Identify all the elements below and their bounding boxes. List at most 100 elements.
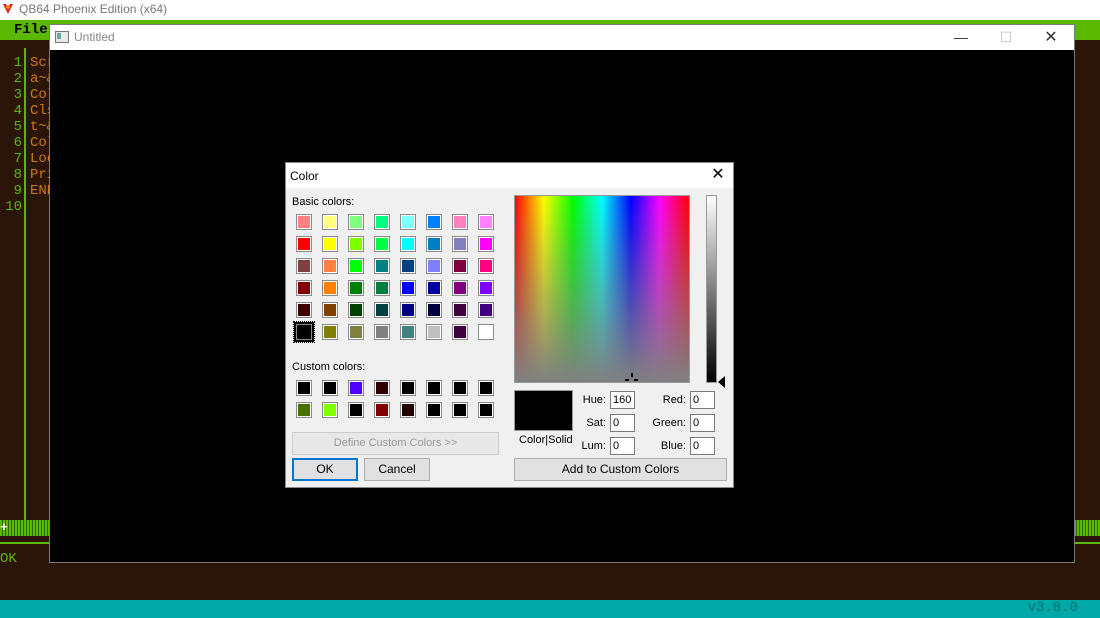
basic-color-swatch[interactable] <box>400 214 416 230</box>
basic-color-swatch[interactable] <box>348 258 364 274</box>
blue-input[interactable]: 0 <box>690 437 715 455</box>
color-spectrum[interactable] <box>514 195 690 383</box>
basic-color-swatch[interactable] <box>348 236 364 252</box>
basic-color-swatch[interactable] <box>426 280 442 296</box>
basic-color-swatch[interactable] <box>322 280 338 296</box>
version-label: v3.8.0 <box>1027 600 1078 616</box>
basic-color-swatch[interactable] <box>478 214 494 230</box>
custom-color-swatch[interactable] <box>478 380 494 396</box>
basic-color-swatch[interactable] <box>400 258 416 274</box>
basic-color-swatch[interactable] <box>296 236 312 252</box>
basic-color-swatch[interactable] <box>296 214 312 230</box>
maximize-button[interactable]: ☐ <box>983 25 1029 50</box>
custom-color-swatch[interactable] <box>452 402 468 418</box>
basic-color-swatch[interactable] <box>452 324 468 340</box>
lum-input[interactable]: 0 <box>610 437 635 455</box>
custom-color-swatch[interactable] <box>374 380 390 396</box>
basic-color-swatch[interactable] <box>452 258 468 274</box>
basic-color-swatch[interactable] <box>426 236 442 252</box>
color-dialog: Color ✕ Basic colors: Custom colors: Def… <box>286 163 733 487</box>
basic-color-swatch[interactable] <box>322 258 338 274</box>
basic-color-swatch[interactable] <box>478 302 494 318</box>
dialog-close-button[interactable]: ✕ <box>706 165 730 185</box>
basic-color-swatch[interactable] <box>374 214 390 230</box>
custom-color-swatch[interactable] <box>322 380 338 396</box>
custom-colors-label: Custom colors: <box>292 361 366 373</box>
basic-color-swatch[interactable] <box>452 280 468 296</box>
custom-colors-grid <box>296 380 496 418</box>
custom-color-swatch[interactable] <box>478 402 494 418</box>
basic-color-swatch[interactable] <box>426 324 442 340</box>
line-number: 6 <box>13 135 22 151</box>
basic-color-swatch[interactable] <box>322 236 338 252</box>
basic-color-swatch[interactable] <box>374 324 390 340</box>
basic-color-swatch[interactable] <box>478 236 494 252</box>
basic-color-swatch[interactable] <box>322 302 338 318</box>
basic-color-swatch[interactable] <box>374 280 390 296</box>
basic-color-swatch[interactable] <box>296 280 312 296</box>
green-input[interactable]: 0 <box>690 414 715 432</box>
custom-color-swatch[interactable] <box>348 402 364 418</box>
dialog-title: Color <box>290 169 319 183</box>
red-label: Red: <box>662 394 686 406</box>
define-custom-colors-button[interactable]: Define Custom Colors >> <box>292 432 499 455</box>
custom-color-swatch[interactable] <box>400 402 416 418</box>
cancel-button[interactable]: Cancel <box>364 458 430 481</box>
sat-label: Sat: <box>586 417 606 429</box>
luminosity-slider[interactable] <box>706 195 717 383</box>
line-number: 2 <box>13 71 22 87</box>
custom-color-swatch[interactable] <box>322 402 338 418</box>
menu-file[interactable]: File <box>14 22 48 38</box>
basic-color-swatch[interactable] <box>478 280 494 296</box>
crosshair-icon <box>625 373 638 384</box>
basic-color-swatch[interactable] <box>452 214 468 230</box>
line-number: 3 <box>13 87 22 103</box>
qb64-title-bar: QB64 Phoenix Edition (x64) <box>0 0 1100 20</box>
ok-button[interactable]: OK <box>292 458 358 481</box>
basic-color-swatch[interactable] <box>400 280 416 296</box>
basic-colors-grid <box>293 214 496 343</box>
basic-color-swatch[interactable] <box>296 258 312 274</box>
hue-input[interactable]: 160 <box>610 391 635 409</box>
basic-color-swatch[interactable] <box>452 236 468 252</box>
basic-color-swatch[interactable] <box>374 302 390 318</box>
basic-color-swatch[interactable] <box>400 324 416 340</box>
basic-color-swatch[interactable] <box>348 302 364 318</box>
dialog-title-bar: Color ✕ <box>286 163 733 188</box>
custom-color-swatch[interactable] <box>348 380 364 396</box>
basic-color-swatch[interactable] <box>293 321 315 343</box>
minimize-button[interactable]: — <box>938 25 984 50</box>
line-number: 8 <box>13 167 22 183</box>
basic-color-swatch[interactable] <box>400 302 416 318</box>
custom-color-swatch[interactable] <box>296 380 312 396</box>
custom-color-swatch[interactable] <box>452 380 468 396</box>
sat-input[interactable]: 0 <box>610 414 635 432</box>
basic-color-swatch[interactable] <box>478 324 494 340</box>
basic-color-swatch[interactable] <box>426 302 442 318</box>
red-input[interactable]: 0 <box>690 391 715 409</box>
basic-color-swatch[interactable] <box>322 214 338 230</box>
basic-color-swatch[interactable] <box>374 258 390 274</box>
add-to-custom-colors-button[interactable]: Add to Custom Colors <box>514 458 727 481</box>
basic-color-swatch[interactable] <box>426 258 442 274</box>
basic-color-swatch[interactable] <box>452 302 468 318</box>
basic-color-swatch[interactable] <box>400 236 416 252</box>
green-label: Green: <box>652 417 686 429</box>
basic-color-swatch[interactable] <box>426 214 442 230</box>
close-window-button[interactable]: ✕ <box>1028 25 1074 50</box>
custom-color-swatch[interactable] <box>426 402 442 418</box>
custom-color-swatch[interactable] <box>426 380 442 396</box>
blue-label: Blue: <box>660 440 686 452</box>
basic-color-swatch[interactable] <box>348 214 364 230</box>
basic-color-swatch[interactable] <box>348 280 364 296</box>
basic-color-swatch[interactable] <box>374 236 390 252</box>
basic-color-swatch[interactable] <box>322 324 338 340</box>
custom-color-swatch[interactable] <box>296 402 312 418</box>
basic-color-swatch[interactable] <box>478 258 494 274</box>
basic-color-swatch[interactable] <box>348 324 364 340</box>
custom-color-swatch[interactable] <box>400 380 416 396</box>
line-number: 5 <box>13 119 22 135</box>
luminosity-arrow-icon[interactable] <box>718 376 725 388</box>
basic-color-swatch[interactable] <box>296 302 312 318</box>
custom-color-swatch[interactable] <box>374 402 390 418</box>
